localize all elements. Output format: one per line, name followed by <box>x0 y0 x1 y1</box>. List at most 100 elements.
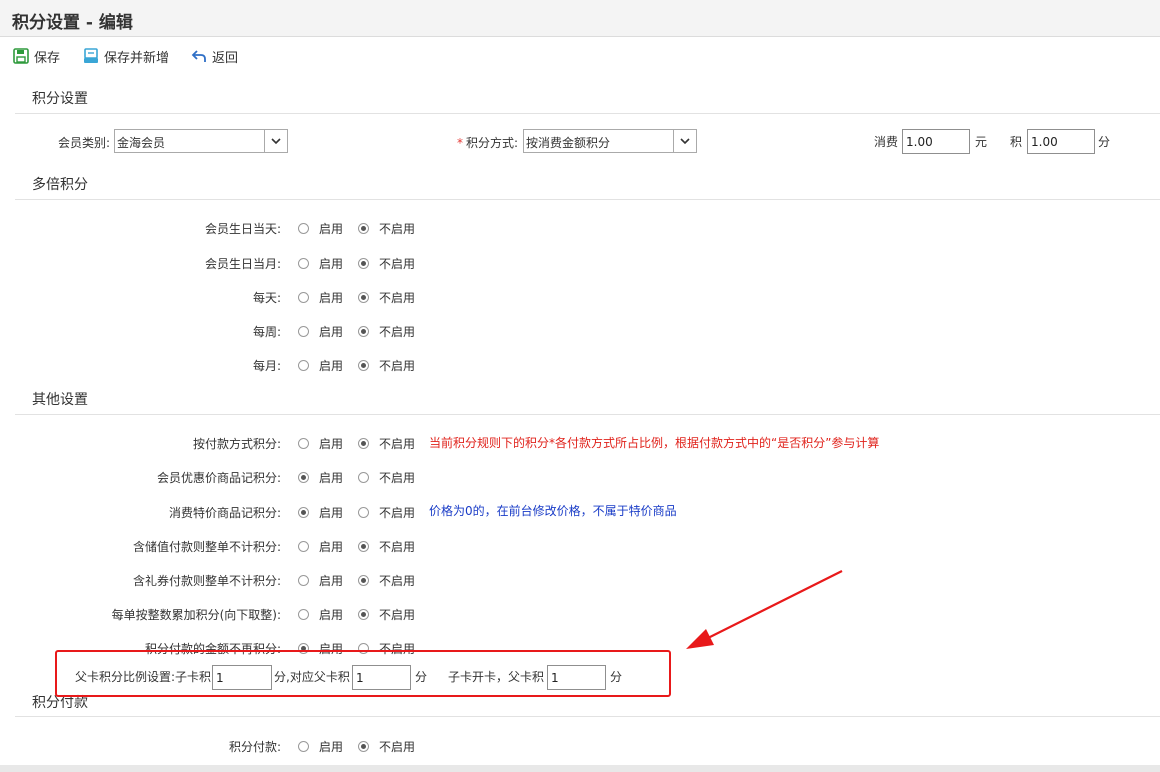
enable-radio-label[interactable]: 启用 <box>319 435 343 452</box>
disable-radio-label[interactable]: 不启用 <box>379 572 415 589</box>
enable-radio-label[interactable]: 启用 <box>319 220 343 237</box>
points-amount-input[interactable] <box>1027 129 1095 154</box>
enable-radio[interactable] <box>298 360 309 371</box>
member-type-label: 会员类别: <box>58 136 111 150</box>
section-divider <box>15 113 1160 114</box>
enable-radio-label[interactable]: 启用 <box>319 606 343 623</box>
setting-row-label: 每周: <box>252 325 281 339</box>
back-button[interactable]: 返回 <box>191 47 239 66</box>
enable-radio-label[interactable]: 启用 <box>319 469 343 486</box>
section-divider <box>15 414 1160 415</box>
chevron-down-icon <box>264 130 287 152</box>
disable-radio-label[interactable]: 不启用 <box>379 323 415 340</box>
disable-radio[interactable] <box>358 292 369 303</box>
points-method-label-text: 积分方式: <box>466 136 519 150</box>
enable-radio[interactable] <box>298 575 309 586</box>
disable-radio[interactable] <box>358 438 369 449</box>
required-asterisk: * <box>457 136 463 150</box>
disable-radio-label[interactable]: 不启用 <box>379 357 415 374</box>
enable-radio[interactable] <box>298 472 309 483</box>
points-method-select[interactable]: 按消费金额积分 <box>523 129 697 153</box>
title-bar: 积分设置 - 编辑 <box>0 0 1160 37</box>
back-arrow-icon <box>191 50 206 62</box>
disable-radio-label[interactable]: 不启用 <box>379 289 415 306</box>
setting-row-label: 按付款方式积分: <box>192 437 281 451</box>
disable-radio-label[interactable]: 不启用 <box>379 435 415 452</box>
save-icon <box>13 48 29 64</box>
disable-radio[interactable] <box>358 609 369 620</box>
setting-row-label: 会员优惠价商品记积分: <box>156 471 281 485</box>
save-button[interactable]: 保存 <box>13 47 61 66</box>
back-label: 返回 <box>212 50 239 66</box>
yuan-unit: 元 <box>975 135 988 149</box>
setting-row-label: 消费特价商品记积分: <box>168 506 281 520</box>
enable-radio[interactable] <box>298 609 309 620</box>
consume-amount-input[interactable] <box>902 129 970 154</box>
toolbar: 保存 保存并新增 返回 <box>0 37 1160 75</box>
disable-radio-label[interactable]: 不启用 <box>379 606 415 623</box>
setting-row-label: 含礼券付款则整单不计积分: <box>132 574 281 588</box>
enable-radio-label[interactable]: 启用 <box>319 289 343 306</box>
setting-row-label: 每天: <box>252 291 281 305</box>
enable-radio[interactable] <box>298 438 309 449</box>
points-method-label: * 积分方式: <box>457 134 518 151</box>
disable-radio-label[interactable]: 不启用 <box>379 255 415 272</box>
enable-radio[interactable] <box>298 292 309 303</box>
enable-radio-label[interactable]: 启用 <box>319 323 343 340</box>
highlight-box <box>55 650 671 697</box>
disable-radio[interactable] <box>358 326 369 337</box>
section-divider <box>15 199 1160 200</box>
enable-radio[interactable] <box>298 507 309 518</box>
points-method-value: 按消费金额积分 <box>526 136 611 150</box>
section-divider <box>15 716 1160 717</box>
save-and-new-label: 保存并新增 <box>104 50 170 66</box>
enable-radio[interactable] <box>298 326 309 337</box>
enable-radio-label[interactable]: 启用 <box>319 538 343 555</box>
setting-row-label: 会员生日当月: <box>204 257 281 271</box>
setting-row-label: 每月: <box>252 359 281 373</box>
fen-unit: 分 <box>1098 135 1111 149</box>
setting-row-label: 积分付款: <box>228 740 281 754</box>
disable-radio[interactable] <box>358 472 369 483</box>
disable-radio[interactable] <box>358 575 369 586</box>
enable-radio-label[interactable]: 启用 <box>319 504 343 521</box>
annotation-arrow-icon <box>686 570 843 649</box>
save-and-new-button[interactable]: 保存并新增 <box>83 47 170 66</box>
enable-radio[interactable] <box>298 223 309 234</box>
disable-radio-label[interactable]: 不启用 <box>379 504 415 521</box>
disable-radio[interactable] <box>358 741 369 752</box>
disable-radio[interactable] <box>358 258 369 269</box>
member-type-select[interactable]: 金海会员 <box>114 129 288 153</box>
enable-radio[interactable] <box>298 541 309 552</box>
member-type-value: 金海会员 <box>117 136 166 150</box>
page-title: 积分设置 - 编辑 <box>12 13 133 33</box>
setting-row-label: 含储值付款则整单不计积分: <box>132 540 281 554</box>
enable-radio-label[interactable]: 启用 <box>319 255 343 272</box>
save-new-icon <box>84 48 98 63</box>
enable-radio[interactable] <box>298 258 309 269</box>
section-title-multiplier: 多倍积分 <box>32 177 88 193</box>
setting-row-label: 会员生日当天: <box>204 222 281 236</box>
disable-radio[interactable] <box>358 541 369 552</box>
disable-radio-label[interactable]: 不启用 <box>379 538 415 555</box>
setting-row-label: 每单按整数累加积分(向下取整): <box>111 608 281 622</box>
enable-radio[interactable] <box>298 741 309 752</box>
enable-radio-label[interactable]: 启用 <box>319 738 343 755</box>
disable-radio[interactable] <box>358 223 369 234</box>
points-label: 积 <box>1010 135 1023 149</box>
enable-radio-label[interactable]: 启用 <box>319 572 343 589</box>
enable-radio-label[interactable]: 启用 <box>319 357 343 374</box>
section-title-other: 其他设置 <box>32 392 88 408</box>
special-price-note: 价格为0的，在前台修改价格，不属于特价商品 <box>429 504 677 518</box>
disable-radio[interactable] <box>358 507 369 518</box>
payment-method-note: 当前积分规则下的积分*各付款方式所占比例，根据付款方式中的“是否积分”参与计算 <box>429 436 880 450</box>
disable-radio-label[interactable]: 不启用 <box>379 220 415 237</box>
disable-radio-label[interactable]: 不启用 <box>379 469 415 486</box>
section-title-points-settings: 积分设置 <box>32 91 88 107</box>
disable-radio-label[interactable]: 不启用 <box>379 738 415 755</box>
save-label: 保存 <box>34 50 61 66</box>
chevron-down-icon <box>673 130 696 152</box>
bottom-scroll-area <box>0 765 1160 772</box>
consume-label: 消费 <box>874 135 899 149</box>
disable-radio[interactable] <box>358 360 369 371</box>
